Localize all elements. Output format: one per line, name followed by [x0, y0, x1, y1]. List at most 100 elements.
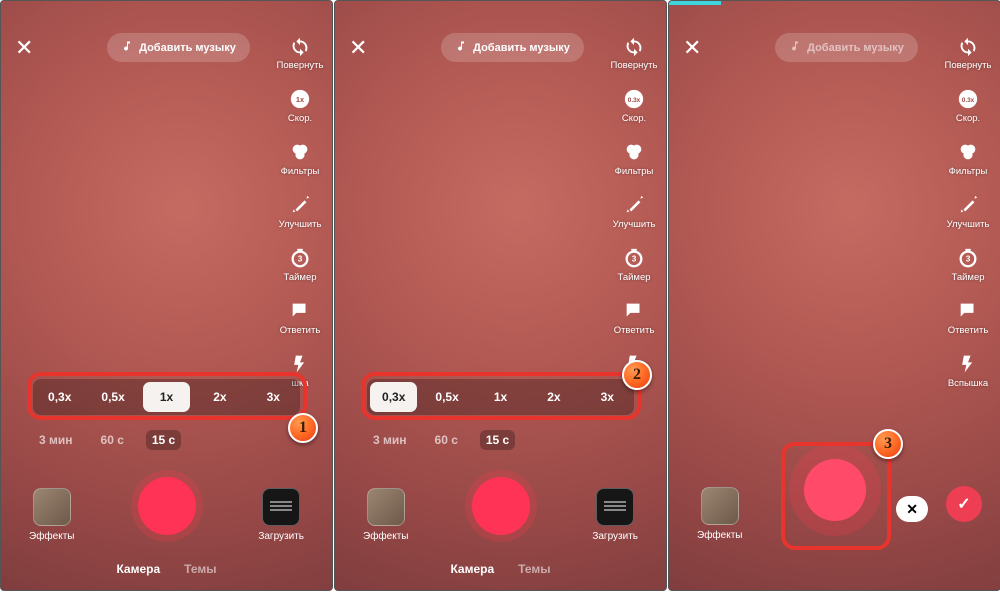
sidebar-label: Фильтры [949, 166, 988, 177]
speed-icon: 0.3x [623, 88, 645, 110]
sidebar-label: Ответить [280, 325, 321, 336]
record-button[interactable] [465, 470, 537, 542]
sidebar-label: Таймер [283, 272, 316, 283]
close-icon: ✕ [896, 496, 928, 522]
music-note-icon [121, 40, 133, 55]
record-button[interactable] [789, 444, 881, 536]
rotate-icon [623, 35, 645, 57]
sidebar-item-enhance[interactable]: Улучшить [610, 194, 658, 230]
effects-label: Эффекты [697, 530, 742, 541]
speed-option-0.5x[interactable]: 0,5x [86, 379, 139, 415]
speed-option-3x[interactable]: 3x [247, 379, 300, 415]
svg-text:0.3x: 0.3x [962, 97, 975, 104]
sidebar-item-flip[interactable]: Повернуть [276, 35, 324, 71]
mode-themes[interactable]: Темы [518, 562, 550, 576]
sidebar-item-reply[interactable]: Ответить [610, 300, 658, 336]
sidebar-item-flip[interactable]: Повернуть [944, 35, 992, 71]
music-button-label: Добавить музыку [139, 42, 236, 54]
sidebar-item-enhance[interactable]: Улучшить [276, 194, 324, 230]
close-button[interactable]: ✕ [349, 35, 373, 61]
svg-text:3: 3 [966, 255, 971, 264]
speed-option-2x[interactable]: 2x [193, 379, 246, 415]
mode-tabs: Камера Темы [1, 562, 332, 576]
add-music-button[interactable]: Добавить музыку [441, 33, 584, 62]
rotate-icon [289, 35, 311, 57]
svg-text:0.3x: 0.3x [628, 97, 641, 104]
speed-option-1x[interactable]: 1x [474, 379, 527, 415]
sidebar-label: Таймер [951, 272, 984, 283]
sidebar-item-flash[interactable]: Вспышка [944, 353, 992, 389]
sidebar-item-filters[interactable]: Фильтры [276, 141, 324, 177]
sidebar-label: Вспышка [948, 378, 988, 389]
sidebar-item-timer[interactable]: 3 Таймер [944, 247, 992, 283]
sidebar-item-reply[interactable]: Ответить [276, 300, 324, 336]
sidebar-item-filters[interactable]: Фильтры [610, 141, 658, 177]
timer-icon: 3 [289, 247, 311, 269]
duration-60s[interactable]: 60 с [95, 430, 130, 450]
sidebar-item-timer[interactable]: 3 Таймер [276, 247, 324, 283]
sidebar-label: Таймер [617, 272, 650, 283]
effects-button[interactable]: Эффекты [697, 487, 742, 541]
effects-thumbnail [33, 488, 71, 526]
magic-wand-icon [623, 194, 645, 216]
flash-icon [957, 353, 979, 375]
duration-selector: 3 мин 60 с 15 с [33, 430, 181, 450]
speed-option-1x[interactable]: 1x [143, 382, 190, 412]
reply-icon [289, 300, 311, 322]
right-toolbar: Повернуть 0.3x Скор. Фильтры Улучшить 3 … [944, 35, 992, 389]
phone-screen-3: ✕ Добавить музыку Повернуть 0.3x Скор. Ф… [668, 0, 1000, 591]
upload-thumbnail [596, 488, 634, 526]
sidebar-label: Фильтры [281, 166, 320, 177]
close-button[interactable]: ✕ [15, 35, 39, 61]
sidebar-label: Улучшить [947, 219, 990, 230]
duration-60s[interactable]: 60 с [429, 430, 464, 450]
close-button[interactable]: ✕ [683, 35, 707, 61]
duration-15s[interactable]: 15 с [480, 430, 515, 450]
add-music-button[interactable]: Добавить музыку [107, 33, 250, 62]
speed-icon: 1x [289, 88, 311, 110]
upload-button[interactable]: Загрузить [592, 488, 638, 542]
effects-button[interactable]: Эффекты [363, 488, 408, 542]
speed-option-2x[interactable]: 2x [527, 379, 580, 415]
svg-text:3: 3 [632, 255, 637, 264]
sidebar-item-flip[interactable]: Повернуть [610, 35, 658, 71]
upload-button[interactable]: Загрузить [258, 488, 304, 542]
phone-screen-1: ✕ Добавить музыку Повернуть 1x Скор. Фил… [0, 0, 333, 591]
sidebar-item-reply[interactable]: Ответить [944, 300, 992, 336]
magic-wand-icon [957, 194, 979, 216]
sidebar-item-speed[interactable]: 1x Скор. [276, 88, 324, 124]
effects-label: Эффекты [29, 531, 74, 542]
sidebar-item-speed[interactable]: 0.3x Скор. [944, 88, 992, 124]
upload-thumbnail [262, 488, 300, 526]
sidebar-item-speed[interactable]: 0.3x Скор. [610, 88, 658, 124]
duration-15s[interactable]: 15 с [146, 430, 181, 450]
sidebar-label: Скор. [622, 113, 646, 124]
sidebar-item-timer[interactable]: 3 Таймер [610, 247, 658, 283]
speed-option-0.3x[interactable]: 0,3x [370, 382, 417, 412]
speed-option-0.5x[interactable]: 0,5x [420, 379, 473, 415]
bottom-controls: Эффекты Загрузить [335, 470, 666, 542]
record-inner-icon [138, 477, 196, 535]
speed-option-0.3x[interactable]: 0,3x [33, 379, 86, 415]
add-music-button[interactable]: Добавить музыку [775, 33, 918, 62]
sidebar-label: Ответить [948, 325, 989, 336]
music-note-icon [789, 40, 801, 55]
speed-option-3x[interactable]: 3x [581, 379, 634, 415]
mode-camera[interactable]: Камера [116, 562, 160, 576]
mode-themes[interactable]: Темы [184, 562, 216, 576]
mode-camera[interactable]: Камера [450, 562, 494, 576]
cancel-recording[interactable]: ✕ [896, 496, 928, 522]
svg-text:3: 3 [298, 255, 303, 264]
duration-3min[interactable]: 3 мин [33, 430, 79, 450]
music-button-label: Добавить музыку [807, 42, 904, 54]
duration-selector: 3 мин 60 с 15 с [367, 430, 515, 450]
effects-button[interactable]: Эффекты [29, 488, 74, 542]
sidebar-item-enhance[interactable]: Улучшить [944, 194, 992, 230]
confirm-button[interactable]: ✓ [946, 486, 982, 522]
duration-3min[interactable]: 3 мин [367, 430, 413, 450]
record-button[interactable] [131, 470, 203, 542]
sidebar-item-filters[interactable]: Фильтры [944, 141, 992, 177]
effects-thumbnail [701, 487, 739, 525]
flash-icon [289, 353, 311, 375]
filters-icon [623, 141, 645, 163]
